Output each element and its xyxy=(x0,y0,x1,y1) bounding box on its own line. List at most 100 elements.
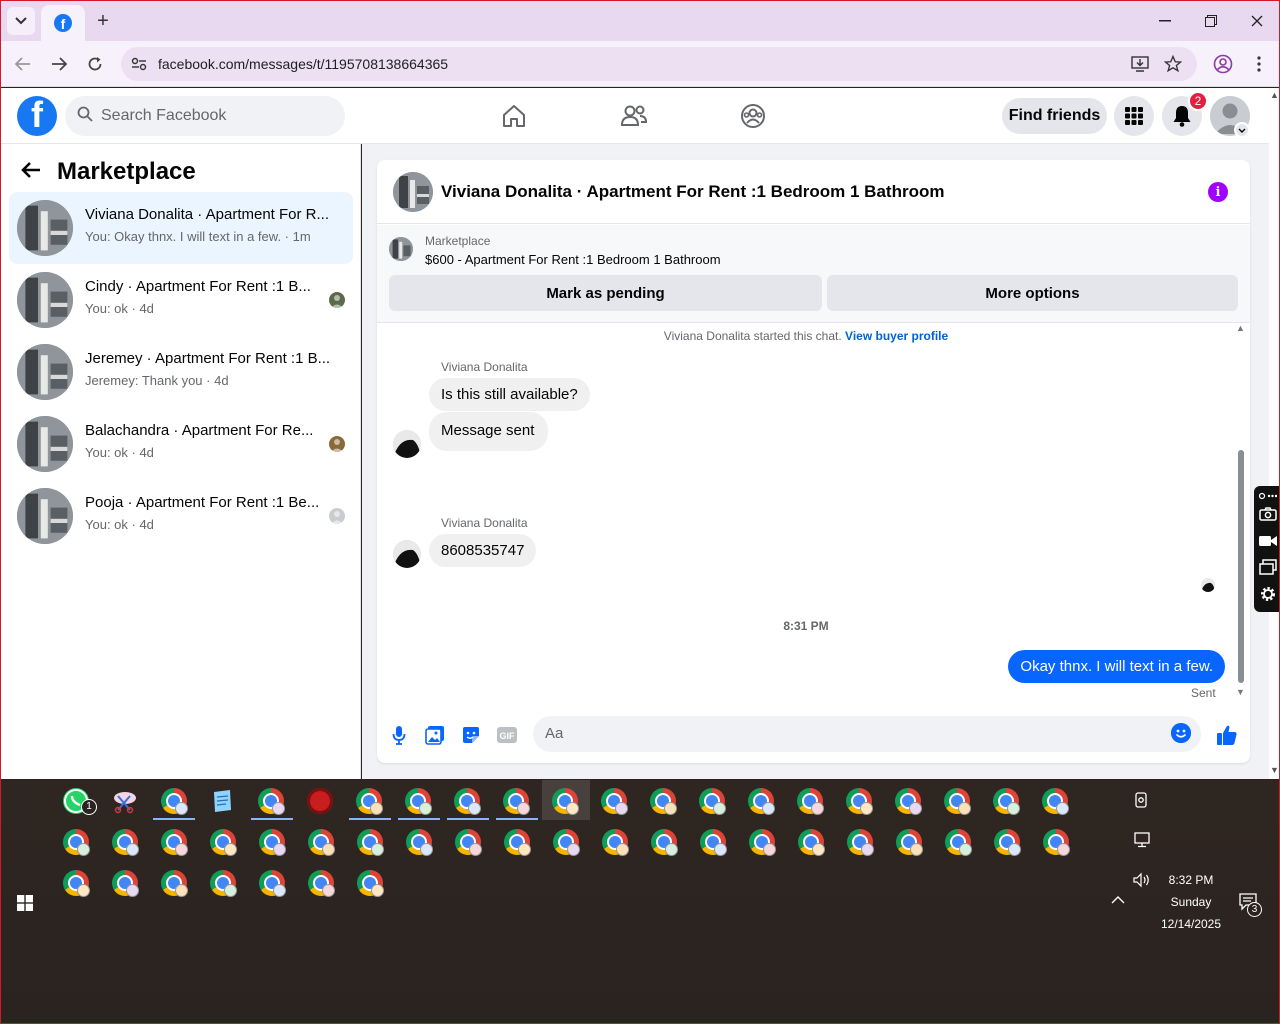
settings-gear-icon[interactable] xyxy=(1258,584,1278,604)
url-text[interactable]: facebook.com/messages/t/1195708138664365 xyxy=(158,56,448,72)
conversation-item[interactable]: Pooja · Apartment For Rent :1 Be... You: … xyxy=(9,480,353,552)
chrome-profile-icon[interactable] xyxy=(161,829,188,856)
chrome-profile-icon[interactable] xyxy=(406,829,433,856)
listing-title[interactable]: $600 - Apartment For Rent :1 Bedroom 1 B… xyxy=(425,252,721,267)
chrome-profile-icon[interactable] xyxy=(63,870,90,897)
restore-icon[interactable] xyxy=(1191,7,1231,35)
chrome-profile-icon[interactable] xyxy=(405,788,432,815)
chrome-profile-icon[interactable] xyxy=(847,829,874,856)
view-buyer-profile-link[interactable]: View buyer profile xyxy=(845,329,948,343)
chrome-profile-icon[interactable] xyxy=(749,829,776,856)
network-icon[interactable] xyxy=(1133,832,1151,851)
browser-tab-facebook[interactable]: f xyxy=(41,5,85,41)
photo-icon[interactable] xyxy=(423,723,447,747)
chrome-profile-icon[interactable] xyxy=(651,829,678,856)
chrome-profile-icon[interactable] xyxy=(356,788,383,815)
groups-icon[interactable] xyxy=(737,100,769,132)
profile-icon[interactable] xyxy=(1209,50,1237,78)
chrome-profile-icon[interactable] xyxy=(846,788,873,815)
account-chevron-down-icon[interactable] xyxy=(1234,122,1250,138)
chrome-profile-icon[interactable] xyxy=(210,829,237,856)
browser-menu-icon[interactable] xyxy=(1245,50,1273,78)
messages-scrollbar[interactable]: ▲ ▼ xyxy=(1235,323,1247,703)
incoming-message[interactable]: 8608535747 xyxy=(429,534,537,567)
chrome-profile-icon[interactable] xyxy=(504,829,531,856)
conversation-item[interactable]: Balachandra · Apartment For Re... You: ok… xyxy=(9,408,353,480)
chrome-profile-icon[interactable] xyxy=(258,788,285,815)
window-capture-icon[interactable] xyxy=(1258,557,1278,577)
tab-search-chevron-icon[interactable] xyxy=(7,7,35,35)
meet-now-icon[interactable] xyxy=(1133,792,1149,811)
microphone-icon[interactable] xyxy=(387,723,411,747)
emoji-icon[interactable] xyxy=(1171,723,1191,743)
reload-icon[interactable] xyxy=(81,50,109,78)
bookmark-star-icon[interactable] xyxy=(1163,54,1183,74)
record-button-icon[interactable] xyxy=(307,788,333,814)
outgoing-message[interactable]: Okay thnx. I will text in a few. xyxy=(1008,650,1225,683)
chrome-profile-icon[interactable] xyxy=(553,829,580,856)
install-app-icon[interactable] xyxy=(1130,54,1150,74)
conversation-item[interactable]: Cindy · Apartment For Rent :1 B... You: o… xyxy=(9,264,353,336)
show-hidden-icons-chevron-icon[interactable] xyxy=(1111,894,1125,908)
site-info-icon[interactable] xyxy=(129,54,149,74)
chrome-profile-icon[interactable] xyxy=(259,829,286,856)
snipping-tool-icon[interactable] xyxy=(112,788,138,814)
home-icon[interactable] xyxy=(498,100,530,132)
back-arrow-icon[interactable] xyxy=(21,159,45,185)
chrome-profile-icon[interactable] xyxy=(308,829,335,856)
volume-icon[interactable] xyxy=(1133,872,1151,891)
chrome-profile-icon[interactable] xyxy=(259,870,286,897)
conversation-item[interactable]: Jeremey · Apartment For Rent :1 B... Jere… xyxy=(9,336,353,408)
sticker-icon[interactable] xyxy=(459,723,483,747)
chrome-profile-icon[interactable] xyxy=(455,829,482,856)
chrome-profile-icon[interactable] xyxy=(602,829,629,856)
chrome-profile-icon[interactable] xyxy=(699,788,726,815)
friends-icon[interactable] xyxy=(618,100,650,132)
sender-avatar[interactable] xyxy=(393,540,421,568)
chrome-profile-icon[interactable] xyxy=(454,788,481,815)
chrome-profile-icon[interactable] xyxy=(798,829,825,856)
page-scrollbar[interactable]: ▲ ▼ xyxy=(1269,88,1279,779)
chrome-profile-icon[interactable] xyxy=(994,829,1021,856)
scroll-up-arrow-icon[interactable]: ▲ xyxy=(1270,90,1279,100)
video-record-icon[interactable] xyxy=(1258,531,1278,551)
find-friends-button[interactable]: Find friends xyxy=(1002,98,1107,134)
chrome-profile-icon[interactable] xyxy=(503,788,530,815)
incoming-message[interactable]: Message sent xyxy=(429,412,549,451)
chrome-profile-icon[interactable] xyxy=(993,788,1020,815)
chrome-profile-icon[interactable] xyxy=(944,788,971,815)
chrome-icon[interactable] xyxy=(161,788,188,815)
chrome-profile-icon[interactable] xyxy=(63,829,90,856)
chrome-profile-icon[interactable] xyxy=(1042,788,1069,815)
menu-grid-icon[interactable] xyxy=(1114,96,1154,136)
chrome-profile-icon[interactable] xyxy=(112,870,139,897)
listing-thumbnail[interactable] xyxy=(393,172,433,212)
chrome-profile-icon[interactable] xyxy=(896,829,923,856)
chrome-profile-icon[interactable] xyxy=(112,829,139,856)
chrome-profile-icon[interactable] xyxy=(357,829,384,856)
new-tab-button[interactable]: + xyxy=(91,9,115,33)
scroll-thumb[interactable] xyxy=(1238,450,1244,683)
info-icon[interactable]: i xyxy=(1208,182,1228,202)
listing-small-thumbnail[interactable] xyxy=(389,237,413,261)
chrome-profile-icon[interactable] xyxy=(357,870,384,897)
minimize-icon[interactable] xyxy=(1145,7,1185,35)
forward-icon[interactable] xyxy=(45,50,73,78)
chrome-profile-icon[interactable] xyxy=(748,788,775,815)
chrome-profile-icon[interactable] xyxy=(210,870,237,897)
mark-as-pending-button[interactable]: Mark as pending xyxy=(389,275,822,311)
facebook-logo-icon[interactable]: f xyxy=(17,96,57,136)
toolbar-more-icon[interactable] xyxy=(1258,486,1278,506)
clock-day[interactable]: Sunday xyxy=(1163,895,1219,909)
search-facebook-input[interactable]: Search Facebook xyxy=(65,96,345,136)
clock-time[interactable]: 8:32 PM xyxy=(1163,873,1219,887)
conversation-item[interactable]: Viviana Donalita · Apartment For R... You… xyxy=(9,192,353,264)
thumbs-up-icon[interactable] xyxy=(1215,723,1239,747)
chat-title[interactable]: Viviana Donalita · Apartment For Rent :1… xyxy=(441,182,944,202)
scroll-down-arrow-icon[interactable]: ▼ xyxy=(1236,687,1245,697)
chrome-profile-icon[interactable] xyxy=(161,870,188,897)
chrome-profile-icon[interactable] xyxy=(308,870,335,897)
scroll-down-arrow-icon[interactable]: ▼ xyxy=(1270,765,1279,775)
chrome-profile-icon[interactable] xyxy=(552,788,579,815)
address-bar[interactable]: facebook.com/messages/t/1195708138664365 xyxy=(121,47,1197,81)
